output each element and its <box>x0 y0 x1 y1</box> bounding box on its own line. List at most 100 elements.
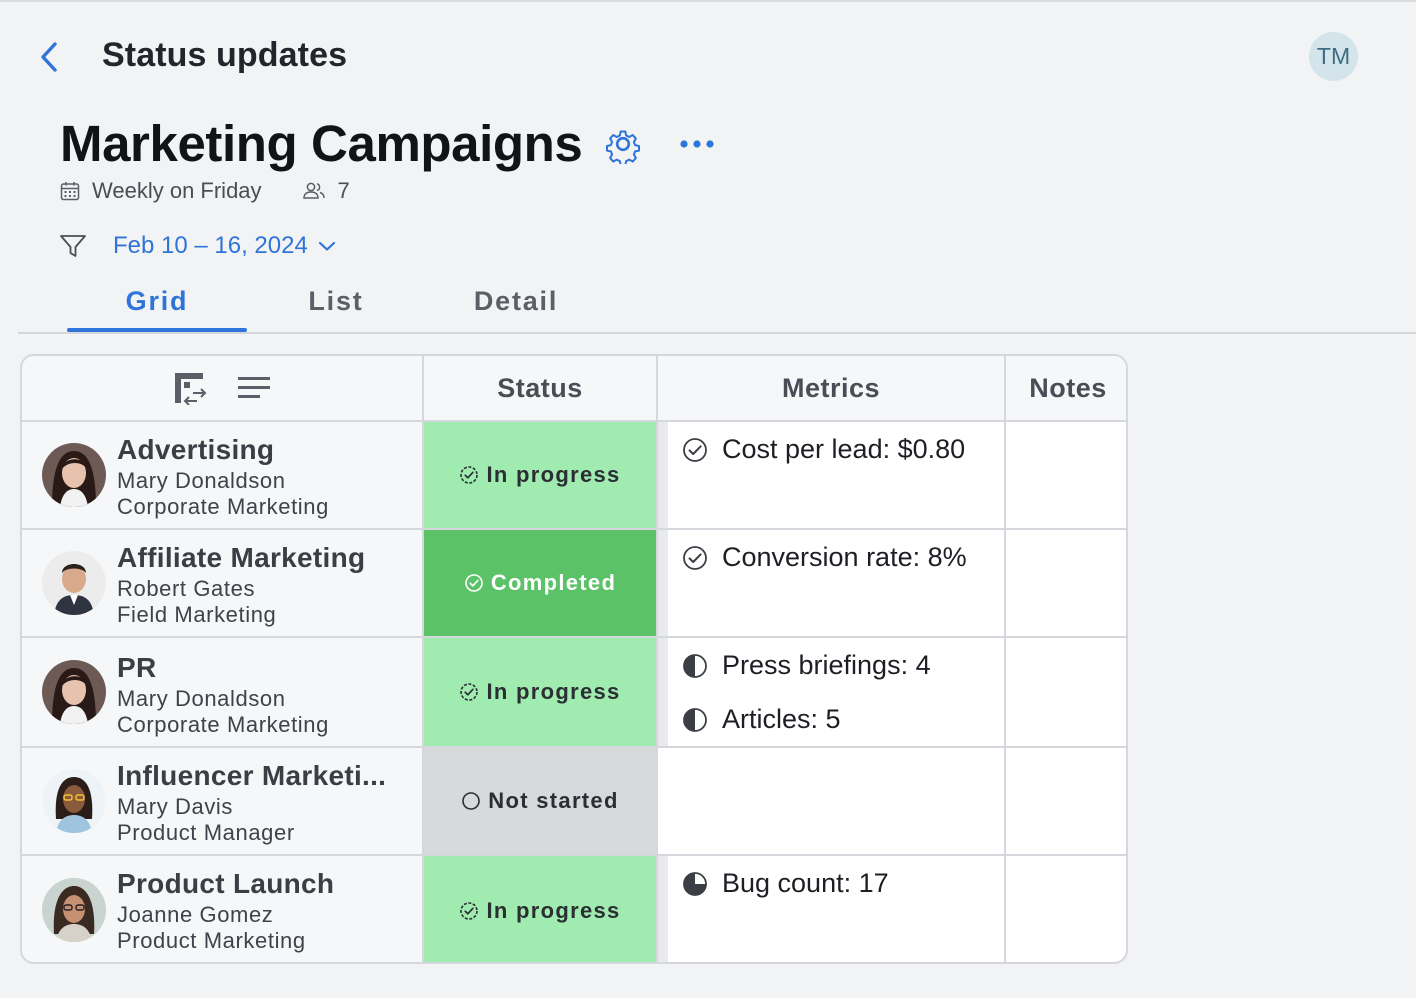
owner-name: Joanne Gomez <box>117 902 274 927</box>
owner-name: Mary Davis <box>117 794 234 819</box>
owner-department: Product Marketing <box>117 928 306 953</box>
text-align-icon[interactable] <box>237 375 271 401</box>
settings-button[interactable] <box>603 124 643 167</box>
cell-shade <box>658 530 668 636</box>
owner-name: Mary Donaldson <box>117 686 286 711</box>
filter-button[interactable] <box>58 232 88 260</box>
check-circle-icon <box>465 574 483 592</box>
back-button[interactable] <box>36 40 64 74</box>
swap-columns-icon[interactable] <box>173 371 209 405</box>
metric-text: Bug count: 17 <box>722 868 889 898</box>
status-label: In progress <box>486 462 621 487</box>
three-quarter-progress-icon <box>683 871 707 896</box>
status-cell[interactable]: Completed <box>424 530 656 636</box>
status-label: Not started <box>488 788 619 813</box>
board-title: Marketing Campaigns <box>60 115 583 172</box>
avatar <box>42 551 106 615</box>
column-divider <box>656 356 658 962</box>
metric-item[interactable]: Cost per lead: $0.80 <box>682 434 965 465</box>
row-project-cell[interactable]: Advertising Mary Donaldson Corporate Mar… <box>22 422 422 528</box>
tab-list[interactable]: List <box>246 286 426 317</box>
column-divider <box>422 356 424 962</box>
status-label: Completed <box>490 570 617 595</box>
top-divider <box>0 0 1416 2</box>
more-options-button[interactable] <box>678 130 718 158</box>
view-tabs: Grid List Detail <box>18 280 1416 334</box>
cell-shade <box>658 422 668 528</box>
owner-department: Product Manager <box>117 820 295 845</box>
status-cell[interactable]: In progress <box>424 422 656 528</box>
metric-text: Cost per lead: $0.80 <box>722 434 966 464</box>
calendar-icon <box>60 182 80 201</box>
metric-item[interactable]: Conversion rate: 8% <box>682 542 967 573</box>
date-range-selector[interactable]: Feb 10 – 16, 2024 <box>113 232 336 260</box>
row-project-cell[interactable]: PR Mary Donaldson Corporate Marketing <box>22 638 422 746</box>
member-count: 7 <box>337 178 350 203</box>
avatar <box>42 878 106 942</box>
tab-detail[interactable]: Detail <box>426 286 606 317</box>
metric-text: Press briefings: 4 <box>722 650 931 680</box>
avatar <box>42 769 106 833</box>
chevron-left-icon <box>41 42 57 72</box>
row-project-cell[interactable]: Influencer Marketi... Mary Davis Product… <box>22 748 422 854</box>
date-range-label: Feb 10 – 16, 2024 <box>113 232 308 259</box>
in-progress-icon <box>460 902 479 920</box>
metric-text: Conversion rate: 8% <box>722 542 967 572</box>
user-avatar[interactable]: TM <box>1309 32 1358 81</box>
column-header-metrics[interactable]: Metrics <box>658 356 1004 422</box>
status-cell[interactable]: In progress <box>424 856 656 962</box>
in-progress-icon <box>460 466 479 484</box>
avatar <box>42 443 106 507</box>
row-project-cell[interactable]: Affiliate Marketing Robert Gates Field M… <box>22 530 422 636</box>
column-header-status[interactable]: Status <box>424 356 656 422</box>
half-progress-icon <box>683 653 707 678</box>
half-progress-icon <box>683 707 707 732</box>
status-grid: Status Metrics Notes Advertising Mary Do… <box>20 354 1128 964</box>
empty-circle-icon <box>462 792 481 810</box>
column-divider <box>1004 356 1006 962</box>
status-label: In progress <box>486 679 621 704</box>
status-cell[interactable]: Not started <box>424 748 656 854</box>
avatar <box>42 660 106 724</box>
status-cell[interactable]: In progress <box>424 638 656 746</box>
table-row: PR Mary Donaldson Corporate Marketing In… <box>22 638 1126 746</box>
metric-item[interactable]: Bug count: 17 <box>682 868 889 899</box>
row-divider <box>22 746 1126 748</box>
board-meta: Weekly on Friday 7 <box>60 176 350 206</box>
check-circle-icon <box>683 437 707 462</box>
metrics-cell <box>658 748 1004 854</box>
project-name: Influencer Marketi... <box>117 760 387 791</box>
status-label: In progress <box>486 898 621 923</box>
tab-grid[interactable]: Grid <box>67 286 247 317</box>
table-row: Product Launch Joanne Gomez Product Mark… <box>22 856 1126 962</box>
in-progress-icon <box>460 683 479 701</box>
grid-toolbar-header <box>22 356 422 422</box>
schedule-text: Weekly on Friday <box>92 178 262 203</box>
filter-icon <box>60 235 86 257</box>
project-name: Product Launch <box>117 868 335 899</box>
row-divider <box>22 854 1126 856</box>
row-project-cell[interactable]: Product Launch Joanne Gomez Product Mark… <box>22 856 422 962</box>
cell-shade <box>658 638 668 746</box>
metric-text: Articles: 5 <box>722 704 841 734</box>
column-header-notes[interactable]: Notes <box>1006 356 1126 422</box>
active-tab-indicator <box>67 328 247 332</box>
metric-item[interactable]: Articles: 5 <box>682 704 841 735</box>
chevron-down-icon <box>318 241 335 251</box>
owner-name: Robert Gates <box>117 576 256 601</box>
metric-item[interactable]: Press briefings: 4 <box>682 650 931 681</box>
row-divider <box>22 528 1126 530</box>
cell-shade <box>658 856 668 962</box>
table-row: Advertising Mary Donaldson Corporate Mar… <box>22 422 1126 528</box>
gear-icon <box>605 130 641 167</box>
metrics-cell: Conversion rate: 8% <box>658 530 1004 636</box>
project-name: Advertising <box>117 434 275 465</box>
metrics-cell: Cost per lead: $0.80 <box>658 422 1004 528</box>
people-icon <box>302 182 325 199</box>
more-dots-icon <box>680 140 714 148</box>
owner-name: Mary Donaldson <box>117 468 286 493</box>
row-divider <box>22 636 1126 638</box>
table-row: Influencer Marketi... Mary Davis Product… <box>22 748 1126 854</box>
owner-department: Corporate Marketing <box>117 494 329 519</box>
table-row: Affiliate Marketing Robert Gates Field M… <box>22 530 1126 636</box>
